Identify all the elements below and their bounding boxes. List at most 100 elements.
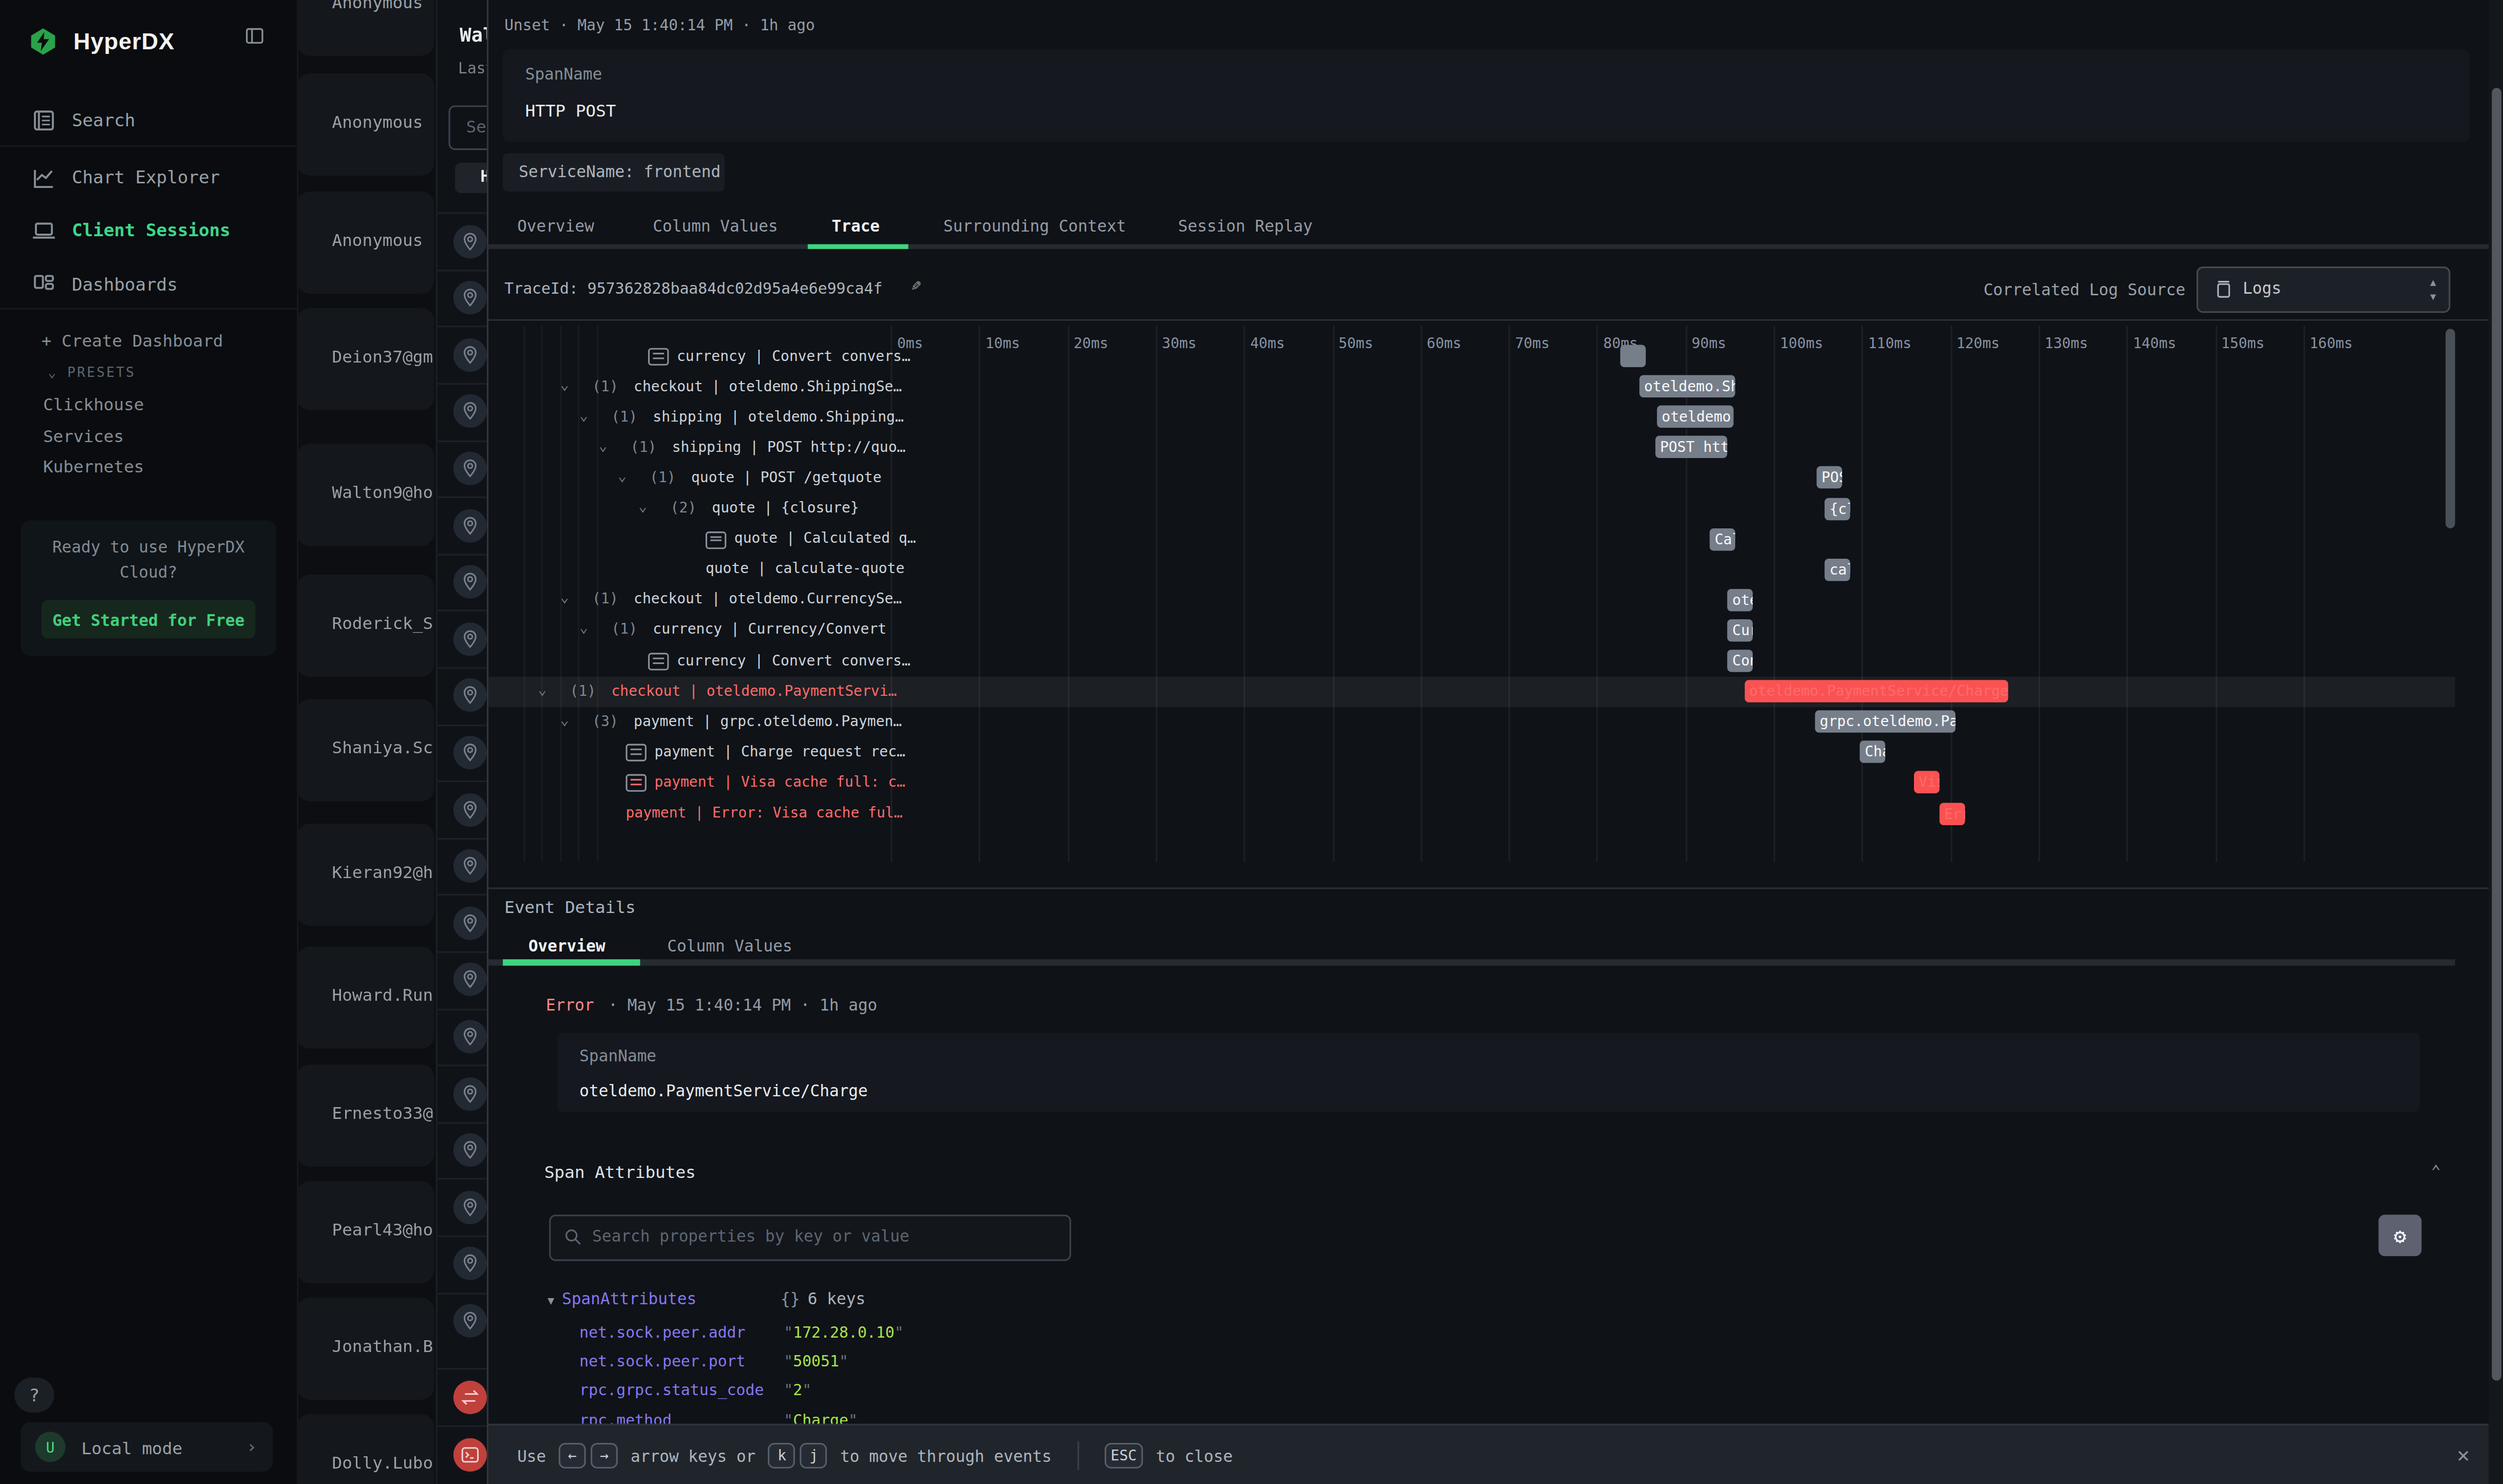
session-card[interactable]: Jonathan.B — [297, 1298, 434, 1400]
trace-span-bar[interactable]: oteldemo.ShippingService/GetQuote — [1639, 375, 1735, 398]
trace-span-bar[interactable]: oteldemo.CurrencyService/Convert — [1728, 588, 1753, 611]
location-pin-icon[interactable] — [453, 451, 487, 485]
session-card[interactable]: Dolly.Lubo — [297, 1414, 434, 1484]
tab-column-values[interactable]: Column Values — [653, 217, 778, 235]
event-details-tab-overview[interactable]: Overview — [528, 937, 605, 955]
create-dashboard-button[interactable]: + Create Dashboard — [42, 330, 223, 349]
trace-span-bar[interactable] — [1620, 345, 1645, 367]
trace-row[interactable]: ⌄(1)checkout | oteldemo.PaymentServi…ote… — [488, 676, 2455, 707]
sidebar-item-search[interactable]: Search — [0, 96, 297, 144]
terminal-icon[interactable] — [453, 1437, 487, 1471]
location-pin-icon[interactable] — [453, 736, 487, 769]
location-pin-icon[interactable] — [453, 395, 487, 428]
chevron-down-icon[interactable]: ⌄ — [579, 407, 588, 423]
trace-row[interactable]: ⌄(2)quote | {closure}{closure} — [488, 493, 2455, 524]
location-pin-icon[interactable] — [453, 1133, 487, 1167]
session-card[interactable]: Anonymous — [297, 192, 434, 294]
chevron-down-icon[interactable]: ⌄ — [638, 498, 647, 514]
tab-surrounding-context[interactable]: Surrounding Context — [943, 217, 1126, 235]
location-pin-icon[interactable] — [453, 565, 487, 599]
session-card[interactable]: Anonymous — [297, 0, 434, 56]
trace-row[interactable]: payment | Visa cache full: c…Visa cache … — [488, 768, 2455, 798]
location-pin-icon[interactable] — [453, 792, 487, 826]
trace-row[interactable]: payment | Charge request rec…Charge requ… — [488, 737, 2455, 767]
preset-kubernetes[interactable]: Kubernetes — [43, 456, 144, 475]
location-pin-icon[interactable] — [453, 622, 487, 655]
chevron-down-icon[interactable]: ⌄ — [560, 589, 569, 605]
trace-span-bar[interactable]: oteldemo.PaymentService/Charge — [1744, 680, 2008, 702]
collapse-section-icon[interactable]: ⌃ — [2431, 1162, 2441, 1179]
chevron-down-icon[interactable]: ⌄ — [618, 467, 627, 483]
trace-row[interactable]: ⌄(1)checkout | oteldemo.ShippingSe…oteld… — [488, 371, 2455, 402]
trace-span-bar[interactable]: Calculated quote — [1710, 528, 1736, 550]
location-pin-icon[interactable] — [453, 1190, 487, 1224]
trace-row[interactable]: ⌄(1)currency | Currency/ConvertCurrency/… — [488, 615, 2455, 645]
location-pin-icon[interactable] — [453, 679, 487, 712]
trace-span-bar[interactable]: {closure} — [1825, 497, 1850, 520]
trace-row[interactable]: ⌄(1)shipping | oteldemo.Shipping…oteldem… — [488, 402, 2455, 432]
trace-row[interactable]: quote | calculate-quotecalculate-quote — [488, 554, 2455, 584]
attribute-value[interactable]: "50051" — [784, 1352, 848, 1369]
log-source-select[interactable]: Logs ▲▼ — [2196, 267, 2450, 313]
attribute-key[interactable]: net.sock.peer.port — [579, 1352, 745, 1369]
trace-span-bar[interactable]: grpc.oteldemo.PaymentService/Charge — [1815, 711, 1955, 733]
trace-row[interactable]: payment | Error: Visa cache ful…Error: V… — [488, 798, 2455, 828]
get-started-button[interactable]: Get Started for Free — [42, 600, 256, 639]
session-card[interactable]: Deion37@gm — [297, 308, 434, 410]
session-card[interactable]: Walton9@ho — [297, 444, 434, 546]
session-card[interactable]: Anonymous — [297, 73, 434, 176]
swap-arrows-icon[interactable] — [453, 1380, 487, 1413]
location-pin-icon[interactable] — [453, 224, 487, 258]
trace-row[interactable]: currency | Convert convers…Convert conve… — [488, 645, 2455, 676]
trace-span-bar[interactable]: Currency/Convert — [1728, 619, 1753, 642]
trace-span-bar[interactable]: oteldemo.ShippingService/GetQuote — [1657, 406, 1734, 428]
location-pin-icon[interactable] — [453, 1077, 487, 1110]
tab-overview[interactable]: Overview — [517, 217, 594, 235]
location-pin-icon[interactable] — [453, 1020, 487, 1053]
close-icon[interactable]: ✕ — [2457, 1443, 2469, 1467]
trace-row[interactable]: quote | Calculated q…Calculated quote — [488, 524, 2455, 554]
location-pin-icon[interactable] — [453, 1304, 487, 1337]
trace-span-bar[interactable]: Error: Visa cache — [1940, 802, 1965, 825]
session-card[interactable]: Kieran92@h — [297, 824, 434, 926]
attributes-root-key[interactable]: SpanAttributes — [562, 1290, 696, 1307]
settings-button[interactable]: ⚙ — [2379, 1215, 2422, 1257]
session-card[interactable]: Roderick_S — [297, 575, 434, 677]
tab-session-replay[interactable]: Session Replay — [1178, 217, 1313, 235]
help-button[interactable]: ? — [14, 1378, 54, 1413]
sidebar-item-client-sessions[interactable]: Client Sessions — [0, 206, 297, 254]
attribute-value[interactable]: "172.28.0.10" — [784, 1323, 903, 1341]
presets-group[interactable]: ⌄PRESETS — [48, 364, 136, 380]
trace-span-bar[interactable]: calculate-quote — [1825, 558, 1850, 581]
session-card[interactable]: Ernesto33@ — [297, 1064, 434, 1167]
chevron-down-icon[interactable]: ⌄ — [538, 681, 547, 697]
chevron-down-icon[interactable]: ⌄ — [560, 711, 569, 727]
highlighted-toggle-button[interactable]: H — [455, 163, 488, 193]
chevron-down-icon[interactable]: ⌄ — [599, 437, 608, 453]
tree-expand-icon[interactable]: ▼ — [547, 1295, 554, 1307]
preset-clickhouse[interactable]: Clickhouse — [43, 394, 144, 413]
location-pin-icon[interactable] — [453, 281, 487, 314]
location-pin-icon[interactable] — [453, 906, 487, 940]
trace-row[interactable]: currency | Convert convers… — [488, 341, 2455, 371]
preset-services[interactable]: Services — [43, 426, 124, 445]
session-card[interactable]: Shaniya.Sc — [297, 699, 434, 801]
trace-row[interactable]: ⌄(3)payment | grpc.oteldemo.Paymen…grpc.… — [488, 707, 2455, 737]
session-search-input[interactable]: Sea — [448, 105, 488, 150]
location-pin-icon[interactable] — [453, 338, 487, 371]
attribute-key[interactable]: net.sock.peer.addr — [579, 1323, 745, 1341]
trace-span-bar[interactable]: Convert conversion — [1728, 650, 1753, 672]
location-pin-icon[interactable] — [453, 508, 487, 542]
trace-span-bar[interactable]: POST http://quote:8090 — [1655, 436, 1727, 459]
trace-span-bar[interactable]: POST /getquote — [1817, 467, 1843, 489]
attribute-key[interactable]: rpc.grpc.status_code — [579, 1381, 764, 1399]
sidebar-item-chart-explorer[interactable]: Chart Explorer — [0, 153, 297, 201]
collapse-sidebar-icon[interactable] — [244, 26, 265, 46]
session-card[interactable]: Howard.Run — [297, 946, 434, 1049]
event-details-tab-column-values[interactable]: Column Values — [667, 937, 792, 955]
tab-trace[interactable]: Trace — [831, 217, 880, 235]
edit-icon[interactable]: ✎ — [912, 276, 921, 294]
sidebar-item-dashboards[interactable]: Dashboards ⌄ — [0, 260, 297, 308]
service-name-chip[interactable]: ServiceName: frontend — [503, 153, 725, 192]
session-card[interactable]: Pearl43@ho — [297, 1181, 434, 1283]
